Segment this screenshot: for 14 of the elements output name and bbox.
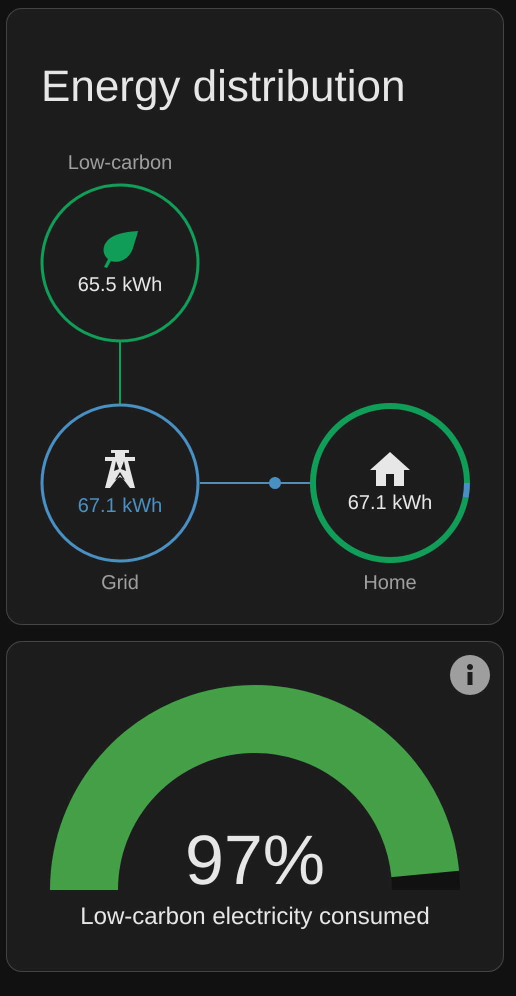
- node-label: Home: [362, 571, 418, 596]
- transmission-tower-icon: [104, 448, 136, 488]
- card-title: Energy distribution: [40, 61, 406, 113]
- node-label: Grid: [100, 571, 140, 596]
- energy-value: 67.1 kWh: [78, 494, 162, 518]
- node-label: Low-carbon: [66, 151, 174, 176]
- gauge-value: 97%: [184, 825, 326, 895]
- info-icon[interactable]: [450, 655, 490, 695]
- gauge-caption: Low-carbon electricity consumed: [80, 903, 430, 931]
- energy-value: 65.5 kWh: [78, 274, 162, 296]
- house-icon: [370, 452, 410, 486]
- flow-dot: [269, 477, 281, 489]
- energy-value: 67.1 kWh: [348, 492, 432, 514]
- flow-line: [119, 342, 121, 405]
